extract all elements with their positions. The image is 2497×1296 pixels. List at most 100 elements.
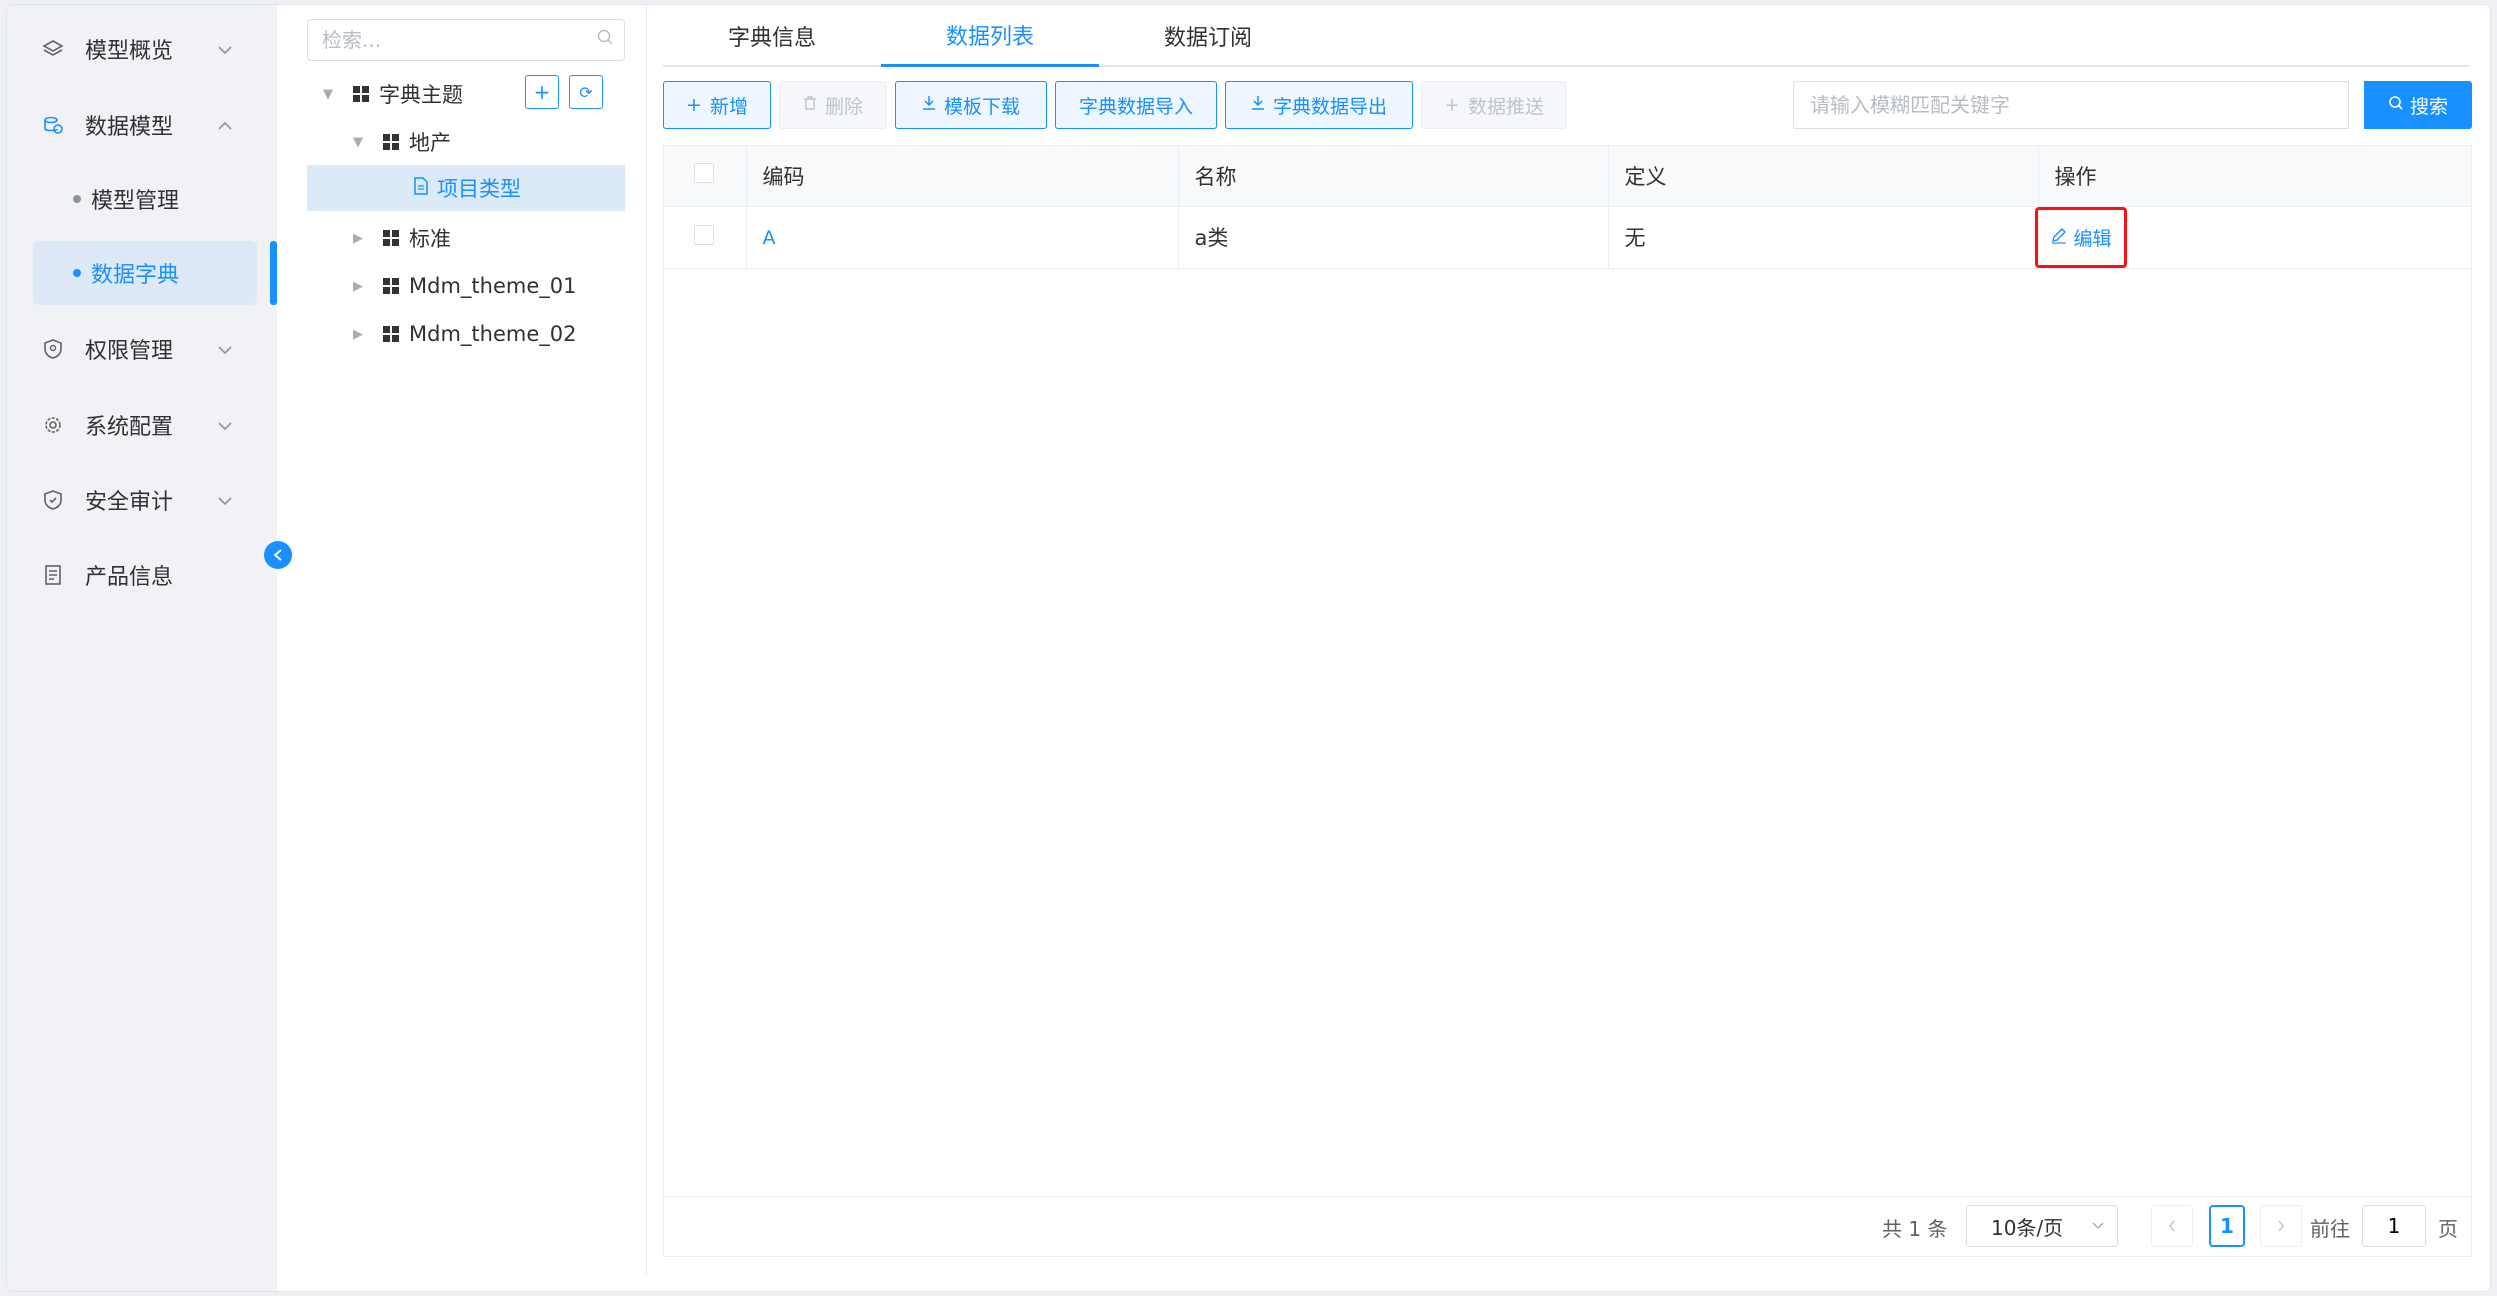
row-select-cell — [664, 206, 747, 269]
add-topic-button[interactable]: + — [525, 75, 559, 109]
page-number-current[interactable]: 1 — [2209, 1205, 2245, 1247]
table-header-row: 编码 名称 定义 操作 — [664, 146, 2471, 207]
search-icon — [2388, 94, 2404, 116]
code-cell: A — [746, 206, 1179, 269]
gear-icon — [41, 413, 65, 437]
page-size-select[interactable]: 10条/页 — [1966, 1205, 2118, 1247]
download-icon — [922, 94, 936, 116]
grid-icon — [353, 86, 369, 102]
delete-button-label: 删除 — [824, 95, 863, 118]
next-page-button[interactable] — [2260, 1205, 2302, 1247]
sidebar: 模型概览 数据模型 模型管理 数据字典 权限管理 系统配置 安全审计 产品信息 — [7, 5, 277, 1291]
select-all-checkbox[interactable] — [694, 163, 714, 184]
name-cell: a类 — [1178, 206, 1609, 269]
keyword-search-input[interactable] — [1794, 82, 2348, 128]
sidebar-item-product-info[interactable]: 产品信息 — [7, 543, 277, 607]
search-button[interactable]: 搜索 — [2364, 81, 2472, 129]
shield-icon — [41, 337, 65, 361]
select-all-cell — [664, 146, 747, 207]
page-unit-label: 页 — [2438, 1217, 2458, 1241]
dict-export-button[interactable]: 字典数据导出 — [1225, 81, 1413, 129]
grid-icon — [383, 134, 399, 150]
dictionary-tree-panel: ▼ 字典主题 + ⟳ ▼ 地产 项目类型 ▶ 标准 — [277, 5, 647, 1275]
active-indicator — [270, 241, 277, 305]
keyword-search[interactable] — [1793, 81, 2349, 129]
tree-search-input[interactable] — [308, 20, 578, 60]
sidebar-item-label: 产品信息 — [85, 565, 174, 590]
chevron-right-icon — [2278, 1220, 2284, 1232]
sidebar-item-data-model[interactable]: 数据模型 — [7, 93, 277, 157]
tree-search[interactable] — [307, 19, 625, 61]
sidebar-collapse-button[interactable] — [264, 541, 292, 569]
goto-page-field[interactable] — [2362, 1205, 2426, 1247]
edit-button[interactable]: 编辑 — [2034, 206, 2127, 268]
tree-node-label: 标准 — [409, 227, 451, 251]
tree-node-selected[interactable]: 项目类型 — [307, 165, 625, 211]
tab-data-subscription[interactable]: 数据订阅 — [1099, 5, 1317, 67]
add-button-label: 新增 — [709, 95, 748, 118]
download-icon — [1251, 94, 1265, 116]
chevron-down-icon — [217, 416, 233, 435]
goto-label: 前往 — [2310, 1217, 2350, 1241]
dict-import-button[interactable]: 字典数据导入 — [1055, 81, 1217, 129]
sidebar-subitem-data-dictionary[interactable]: 数据字典 — [33, 241, 257, 305]
dict-export-label: 字典数据导出 — [1272, 95, 1387, 118]
tree-node[interactable]: ▶ Mdm_theme_02 — [353, 311, 576, 357]
database-model-icon — [41, 113, 65, 137]
sidebar-item-system-config[interactable]: 系统配置 — [7, 393, 277, 457]
template-download-label: 模板下载 — [943, 95, 1020, 118]
sidebar-item-model-overview[interactable]: 模型概览 — [7, 17, 277, 81]
tree-node-label: Mdm_theme_02 — [409, 322, 577, 346]
plus-icon: + — [686, 94, 702, 116]
add-button[interactable]: + 新增 — [663, 81, 771, 129]
bullet-icon — [73, 269, 81, 277]
column-header-name: 名称 — [1178, 146, 1609, 207]
tree-node[interactable]: ▶ 标准 — [353, 215, 451, 261]
caret-down-icon: ▼ — [323, 86, 333, 102]
sidebar-subitem-label: 模型管理 — [91, 189, 180, 214]
action-cell: 编辑 — [2034, 206, 2471, 269]
caret-down-icon: ▼ — [353, 134, 363, 150]
data-push-button[interactable]: + 数据推送 — [1421, 81, 1567, 129]
layers-icon — [41, 37, 65, 61]
tab-dictionary-info[interactable]: 字典信息 — [663, 5, 881, 67]
document-icon — [41, 563, 65, 587]
edit-pencil-icon — [2050, 226, 2068, 249]
caret-right-icon: ▶ — [353, 230, 363, 246]
sidebar-item-security-audit[interactable]: 安全审计 — [7, 468, 277, 532]
page-size-value: 10条/页 — [1991, 1215, 2064, 1240]
sidebar-item-label: 安全审计 — [85, 490, 174, 515]
search-button-label: 搜索 — [2409, 95, 2448, 118]
plus-icon: + — [1444, 94, 1460, 116]
delete-button[interactable]: 删除 — [779, 81, 887, 129]
tab-bar: 字典信息 数据列表 数据订阅 — [663, 5, 2470, 67]
template-download-button[interactable]: 模板下载 — [895, 81, 1047, 129]
tree-node-label: 项目类型 — [437, 177, 521, 201]
row-checkbox[interactable] — [694, 224, 714, 245]
column-header-code: 编码 — [746, 146, 1179, 207]
sidebar-subitem-label: 数据字典 — [91, 263, 180, 288]
prev-page-button[interactable] — [2151, 1205, 2193, 1247]
code-link[interactable]: A — [763, 227, 776, 249]
refresh-icon: ⟳ — [579, 82, 593, 102]
table-row: A a类 无 编辑 — [664, 206, 2471, 269]
audit-shield-icon — [41, 488, 65, 512]
plus-icon: + — [533, 80, 551, 104]
tab-data-list[interactable]: 数据列表 — [881, 5, 1099, 67]
chevron-left-icon — [2169, 1220, 2175, 1232]
grid-icon — [383, 278, 399, 294]
search-icon — [596, 28, 614, 51]
refresh-tree-button[interactable]: ⟳ — [569, 75, 603, 109]
sidebar-subitem-model-management[interactable]: 模型管理 — [33, 167, 257, 231]
edit-button-label: 编辑 — [2073, 227, 2112, 250]
column-header-definition: 定义 — [1608, 146, 2039, 207]
definition-cell: 无 — [1608, 206, 2039, 269]
bullet-icon — [73, 195, 81, 203]
goto-page-input[interactable] — [2363, 1206, 2425, 1246]
sidebar-item-permissions[interactable]: 权限管理 — [7, 317, 277, 381]
tree-node-root[interactable]: ▼ 字典主题 — [323, 71, 463, 117]
tree-node[interactable]: ▼ 地产 — [353, 119, 451, 165]
tree-node[interactable]: ▶ Mdm_theme_01 — [353, 263, 576, 309]
tree-node-label: 地产 — [409, 131, 451, 155]
chevron-down-icon — [217, 40, 233, 59]
